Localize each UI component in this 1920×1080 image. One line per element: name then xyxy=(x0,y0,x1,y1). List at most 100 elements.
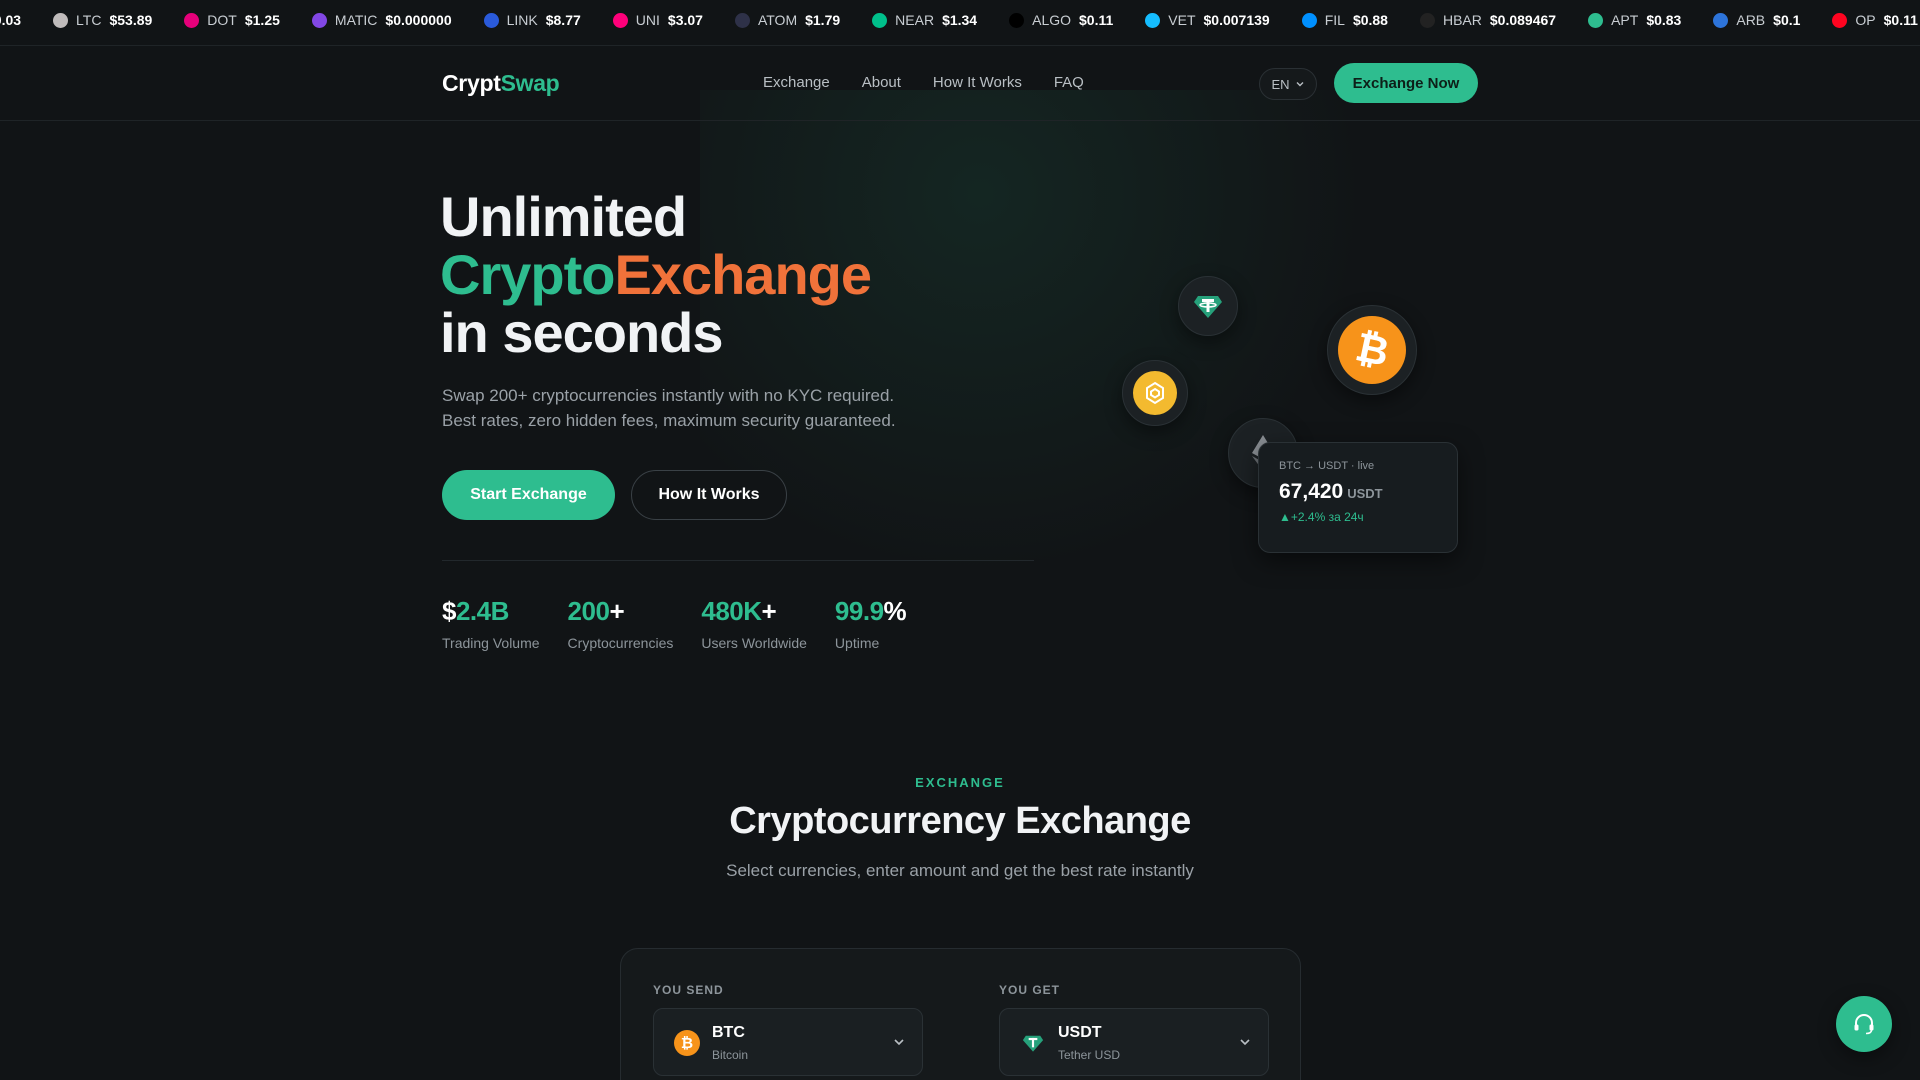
ticker-price: $9.03 xyxy=(0,12,22,28)
stat-number: 99.9 xyxy=(834,596,884,626)
ticker-symbol: ATOM xyxy=(757,12,798,28)
ticker-item: LINK $8.77 xyxy=(483,12,581,28)
stat-number: 2.4B xyxy=(455,596,509,626)
coin-icon xyxy=(1588,12,1604,28)
logo-part-2: Swap xyxy=(500,70,560,96)
stat-label: Trading Volume xyxy=(442,635,540,651)
ticker-symbol: ARB xyxy=(1736,12,1766,28)
site-header: CryptSwap Exchange About How It Works FA… xyxy=(0,46,1920,121)
ticker-item: LTC $53.89 xyxy=(53,12,152,28)
stat-prefix: $ xyxy=(442,596,456,626)
rate-pair: BTC → USDT · live xyxy=(1279,460,1375,472)
send-currency-select[interactable]: ₿ BTC Bitcoin xyxy=(653,1008,923,1076)
hero-title-crypto: Crypto xyxy=(440,243,615,306)
ticker-item: DOT $1.25 xyxy=(184,12,280,28)
language-selector[interactable]: EN xyxy=(1259,68,1317,100)
get-symbol: USDT xyxy=(1058,1024,1102,1041)
ticker-price: $53.89 xyxy=(109,12,153,28)
you-send-label: YOU SEND xyxy=(653,983,724,997)
bitcoin-coin: ₿ xyxy=(1327,305,1417,395)
send-symbol: BTC xyxy=(712,1024,745,1041)
chevron-down-icon xyxy=(1296,82,1304,87)
ticker-price: $0.089467 xyxy=(1489,12,1557,28)
get-currency-select[interactable]: USDT Tether USD xyxy=(999,1008,1269,1076)
stat-label: Users Worldwide xyxy=(701,635,807,651)
stat-suffix: + xyxy=(761,596,777,626)
coin-icon xyxy=(1419,12,1435,28)
bnb-icon xyxy=(1133,371,1177,415)
start-exchange-button[interactable]: Start Exchange xyxy=(442,470,615,520)
tether-icon xyxy=(1020,1030,1046,1056)
coin-icon xyxy=(1713,12,1729,28)
stat-cryptocurrencies: 200+ Cryptocurrencies xyxy=(568,596,674,651)
stat-uptime: 99.9% Uptime xyxy=(834,596,907,651)
stat-number: 480K xyxy=(701,596,762,626)
live-rate-card: BTC → USDT · live 67,420 USDT ▲+2.4% за 2… xyxy=(1258,442,1458,553)
ticker-price: $0.11 xyxy=(1079,12,1114,28)
section-title: Cryptocurrency Exchange xyxy=(729,800,1191,842)
nav-how-it-works[interactable]: How It Works xyxy=(933,74,1022,91)
ticker-price: $0.1 xyxy=(1773,12,1801,28)
hero-title-line-1: Unlimited xyxy=(440,185,687,248)
hero-title: Unlimited CryptoExchange in seconds xyxy=(440,185,872,364)
ticker-price: $1.34 xyxy=(942,12,978,28)
coin-icon xyxy=(734,12,750,28)
ticker-price: $0.000000 xyxy=(385,12,452,28)
support-chat-button[interactable] xyxy=(1836,996,1892,1052)
ticker-item: FIL $0.88 xyxy=(1301,12,1388,28)
coin-icon xyxy=(872,12,888,28)
section-kicker: EXCHANGE xyxy=(915,775,1005,790)
ticker-symbol: VET xyxy=(1168,12,1196,28)
ticker-price: $8.77 xyxy=(545,12,581,28)
coin-icon xyxy=(1009,12,1025,28)
tether-icon xyxy=(1194,296,1222,318)
rate-unit: USDT xyxy=(1347,486,1383,501)
ticker-symbol: OP xyxy=(1855,12,1876,28)
coin-icon xyxy=(184,12,200,28)
get-name: Tether USD xyxy=(1058,1048,1121,1062)
ticker-symbol: ALGO xyxy=(1032,12,1072,28)
ticker-item: ATOM $1.79 xyxy=(734,12,841,28)
nav-about[interactable]: About xyxy=(862,74,901,91)
chevron-down-icon xyxy=(1240,1039,1250,1046)
stat-suffix: % xyxy=(883,596,907,626)
ticker-price: $0.88 xyxy=(1352,12,1388,28)
logo[interactable]: CryptSwap xyxy=(442,70,560,97)
ticker-price: $3.07 xyxy=(667,12,703,28)
headset-icon xyxy=(1854,1014,1874,1035)
ticker-item: NEAR $1.34 xyxy=(872,12,977,28)
ticker-item: VET $0.007139 xyxy=(1145,12,1270,28)
send-name: Bitcoin xyxy=(712,1048,749,1062)
ticker-symbol: DOT xyxy=(207,12,237,28)
bitcoin-icon: ₿ xyxy=(674,1030,700,1056)
rate-price-value: 67,420 xyxy=(1279,480,1344,503)
hero-subtitle-line-1: Swap 200+ cryptocurrencies instantly wit… xyxy=(442,386,895,405)
logo-part-1: Crypt xyxy=(442,70,501,96)
nav-exchange[interactable]: Exchange xyxy=(763,74,830,91)
ticker-price: $1.79 xyxy=(805,12,841,28)
ticker-symbol: MATIC xyxy=(334,12,378,28)
chevron-down-icon xyxy=(894,1039,904,1046)
hero-title-exchange: Exchange xyxy=(614,243,872,306)
bitcoin-icon: ₿ xyxy=(1338,316,1406,384)
stat-trading-volume: $2.4B Trading Volume xyxy=(442,596,540,651)
stat-value: 200+ xyxy=(568,596,674,627)
you-get-label: YOU GET xyxy=(999,983,1061,997)
stat-number: 200 xyxy=(567,596,610,626)
coin-icon xyxy=(53,12,69,28)
ticker-item: $9.03 xyxy=(0,12,21,28)
exchange-now-button[interactable]: Exchange Now xyxy=(1334,63,1478,103)
exchange-card: YOU SEND YOU GET ₿ BTC Bitcoin USDT Teth… xyxy=(620,948,1301,1080)
nav-faq[interactable]: FAQ xyxy=(1054,74,1084,91)
coin-icon xyxy=(311,12,327,28)
ticker-item: UNI $3.07 xyxy=(612,12,703,28)
coin-icon xyxy=(1145,12,1161,28)
how-it-works-button[interactable]: How It Works xyxy=(631,470,787,520)
hero-title-line-3: in seconds xyxy=(440,301,724,364)
ticker-price: $0.83 xyxy=(1646,12,1682,28)
rate-change: ▲+2.4% за 24ч xyxy=(1279,510,1364,524)
ticker-item: OP $0.11 xyxy=(1832,12,1918,28)
hero-title-line-2: CryptoExchange xyxy=(440,243,872,306)
stat-value: 480K+ xyxy=(701,596,807,627)
stat-users: 480K+ Users Worldwide xyxy=(701,596,807,651)
